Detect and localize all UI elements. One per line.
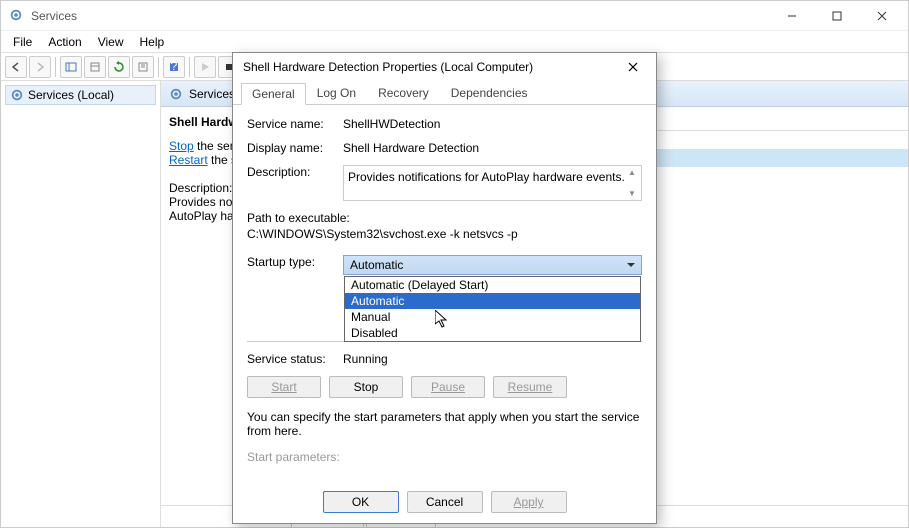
pause-button[interactable]: Pause bbox=[411, 376, 485, 398]
startup-type-value: Automatic bbox=[350, 258, 403, 272]
tab-logon[interactable]: Log On bbox=[306, 82, 367, 104]
description-text: Provides notifications for AutoPlay hard… bbox=[348, 170, 625, 184]
startup-type-dropdown: Automatic (Delayed Start) Automatic Manu… bbox=[344, 276, 641, 342]
properties-button[interactable] bbox=[84, 56, 106, 78]
cancel-button[interactable]: Cancel bbox=[407, 491, 483, 513]
restart-link[interactable]: Restart bbox=[169, 153, 208, 167]
tree-services-local[interactable]: Services (Local) bbox=[5, 85, 156, 105]
option-disabled[interactable]: Disabled bbox=[345, 325, 640, 341]
params-hint: You can specify the start parameters tha… bbox=[247, 410, 642, 438]
apply-button[interactable]: Apply bbox=[491, 491, 567, 513]
svg-text:?: ? bbox=[171, 61, 178, 73]
stop-button[interactable]: Stop bbox=[329, 376, 403, 398]
startup-type-label: Startup type: bbox=[247, 255, 343, 269]
menu-action[interactable]: Action bbox=[40, 33, 89, 51]
close-button[interactable] bbox=[859, 2, 904, 30]
tree-root-label: Services (Local) bbox=[28, 88, 114, 102]
option-automatic[interactable]: Automatic bbox=[345, 293, 640, 309]
dialog-close-button[interactable] bbox=[620, 54, 646, 80]
service-name-value: ShellHWDetection bbox=[343, 117, 642, 131]
menu-view[interactable]: View bbox=[90, 33, 132, 51]
resume-button[interactable]: Resume bbox=[493, 376, 567, 398]
service-status-value: Running bbox=[343, 352, 642, 366]
service-status-label: Service status: bbox=[247, 352, 343, 366]
path-value: C:\WINDOWS\System32\svchost.exe -k netsv… bbox=[247, 227, 642, 241]
properties-dialog: Shell Hardware Detection Properties (Loc… bbox=[232, 52, 657, 524]
refresh-button[interactable] bbox=[108, 56, 130, 78]
scroll-down-icon[interactable]: ▼ bbox=[625, 189, 639, 198]
window-title: Services bbox=[31, 9, 769, 23]
back-button[interactable] bbox=[5, 56, 27, 78]
start-params-label: Start parameters: bbox=[247, 450, 343, 464]
titlebar: Services bbox=[1, 1, 908, 31]
menubar: File Action View Help bbox=[1, 31, 908, 53]
start-service-button[interactable] bbox=[194, 56, 216, 78]
path-label: Path to executable: bbox=[247, 211, 642, 225]
dialog-title: Shell Hardware Detection Properties (Loc… bbox=[243, 60, 620, 74]
show-hide-button[interactable] bbox=[60, 56, 82, 78]
display-name-label: Display name: bbox=[247, 141, 343, 155]
tab-general[interactable]: General bbox=[241, 83, 306, 105]
scroll-up-icon[interactable]: ▲ bbox=[625, 168, 639, 177]
startup-type-combo[interactable]: Automatic Automatic (Delayed Start) Auto… bbox=[343, 255, 642, 275]
forward-button[interactable] bbox=[29, 56, 51, 78]
dialog-tabs: General Log On Recovery Dependencies bbox=[233, 81, 656, 105]
maximize-button[interactable] bbox=[814, 2, 859, 30]
ok-button[interactable]: OK bbox=[323, 491, 399, 513]
option-automatic-delayed[interactable]: Automatic (Delayed Start) bbox=[345, 277, 640, 293]
stop-link[interactable]: Stop bbox=[169, 139, 194, 153]
tab-dependencies[interactable]: Dependencies bbox=[440, 82, 539, 104]
tree-pane: Services (Local) bbox=[1, 81, 161, 527]
help-button[interactable]: ? bbox=[163, 56, 185, 78]
description-label: Description: bbox=[247, 165, 343, 179]
menu-file[interactable]: File bbox=[5, 33, 40, 51]
start-button[interactable]: Start bbox=[247, 376, 321, 398]
menu-help[interactable]: Help bbox=[132, 33, 173, 51]
export-button[interactable] bbox=[132, 56, 154, 78]
service-name-label: Service name: bbox=[247, 117, 343, 131]
dialog-titlebar: Shell Hardware Detection Properties (Loc… bbox=[233, 53, 656, 81]
minimize-button[interactable] bbox=[769, 2, 814, 30]
services-icon bbox=[9, 8, 25, 24]
tab-recovery[interactable]: Recovery bbox=[367, 82, 440, 104]
description-box: Provides notifications for AutoPlay hard… bbox=[343, 165, 642, 201]
display-name-value: Shell Hardware Detection bbox=[343, 141, 642, 155]
option-manual[interactable]: Manual bbox=[345, 309, 640, 325]
